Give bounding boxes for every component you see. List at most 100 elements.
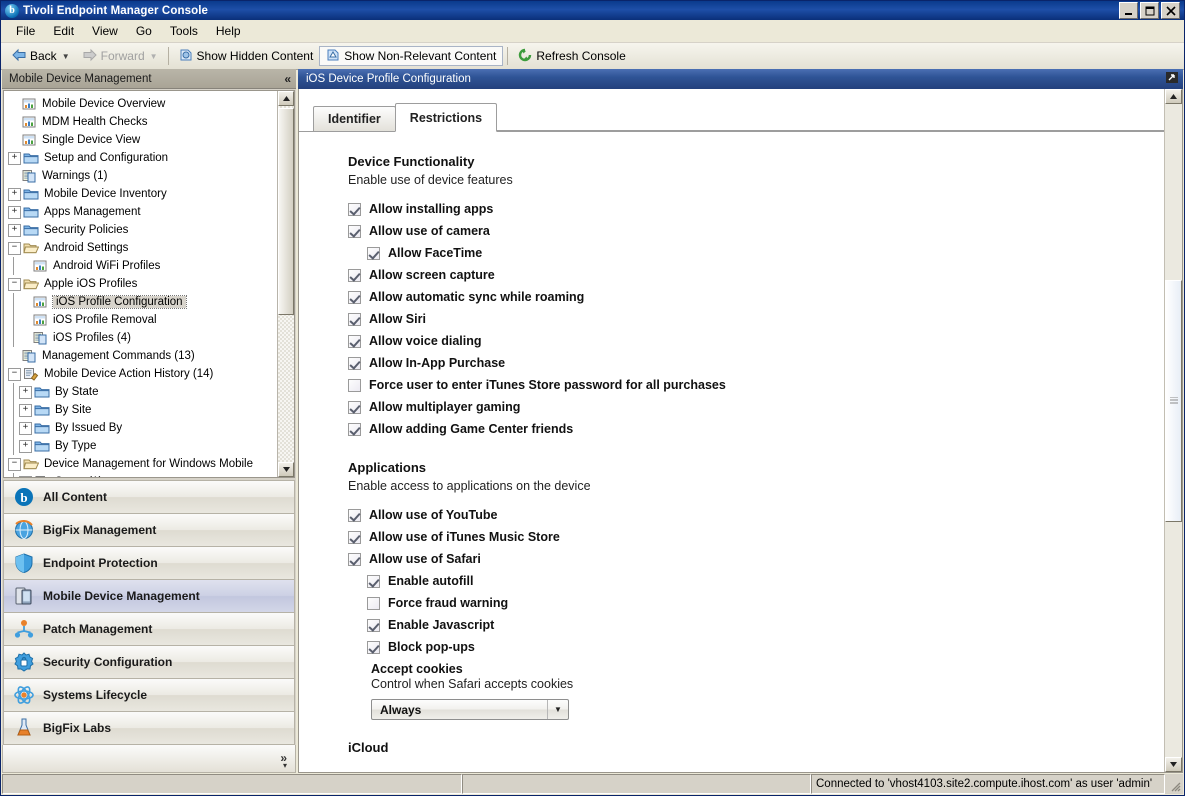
navigation-tree[interactable]: Mobile Device Overview MDM Health Checks S… — [4, 91, 277, 477]
tree-item-ios-profiles-4[interactable]: iOS Profiles (4) — [4, 329, 277, 348]
tree-item-mdm-health-checks[interactable]: MDM Health Checks — [4, 113, 277, 131]
option-row[interactable]: Allow multiplayer gaming — [348, 396, 1164, 418]
tree-scroll-down-button[interactable] — [278, 461, 294, 477]
tree-item-android-wifi-profiles[interactable]: Android WiFi Profiles — [4, 257, 277, 276]
checkbox-force-fraud-warning[interactable] — [367, 596, 380, 610]
checkbox-allow-voice-dialing[interactable] — [348, 334, 361, 348]
option-row[interactable]: Allow Siri — [348, 308, 1164, 330]
chevron-double-left-icon[interactable]: « — [284, 72, 291, 86]
option-row[interactable]: Allow FaceTime — [348, 242, 1164, 264]
option-row[interactable]: Block pop-ups — [348, 636, 1164, 658]
content-scroll-down-button[interactable] — [1165, 757, 1182, 772]
expand-plus-icon[interactable]: + — [19, 475, 32, 477]
tree-item-apple-ios-profiles[interactable]: − Apple iOS Profiles — [4, 275, 277, 293]
tree-scrollbar[interactable] — [277, 91, 294, 477]
option-row[interactable]: Allow use of Safari — [348, 548, 1164, 570]
checkbox-enable-javascript[interactable] — [367, 618, 380, 632]
tree-item-management-commands-13[interactable]: Management Commands (13) — [4, 347, 277, 365]
checkbox-allow-use-of-camera[interactable] — [348, 224, 361, 238]
menu-edit[interactable]: Edit — [44, 21, 83, 41]
checkbox-enable-autofill[interactable] — [367, 574, 380, 588]
tree-item-setup-1[interactable]: + Setup (1) — [4, 473, 277, 477]
back-button[interactable]: Back ▼ — [5, 46, 76, 66]
minimize-button[interactable] — [1119, 2, 1138, 19]
checkbox-allow-in-app-purchase[interactable] — [348, 356, 361, 370]
tree-item-ios-profile-removal[interactable]: iOS Profile Removal — [4, 311, 277, 330]
menu-view[interactable]: View — [83, 21, 127, 41]
refresh-console-button[interactable]: Refresh Console — [512, 46, 631, 66]
nav-button-bigfix-labs[interactable]: BigFix Labs — [3, 710, 295, 745]
tree-scroll-up-button[interactable] — [278, 91, 294, 107]
expand-plus-icon[interactable]: + — [19, 421, 32, 435]
show-non-relevant-content-button[interactable]: Show Non-Relevant Content — [319, 46, 504, 66]
tree-item-mobile-device-inventory[interactable]: + Mobile Device Inventory — [4, 185, 277, 203]
tree-item-by-issued-by[interactable]: + By Issued By — [4, 419, 277, 438]
expand-plus-icon[interactable]: + — [19, 403, 32, 417]
collapse-minus-icon[interactable]: − — [8, 367, 21, 381]
option-row[interactable]: Allow installing apps — [348, 198, 1164, 220]
content-scroll-track[interactable] — [1165, 104, 1182, 757]
tree-item-security-policies[interactable]: + Security Policies — [4, 221, 277, 239]
checkbox-allow-facetime[interactable] — [367, 246, 380, 260]
checkbox-allow-use-of-safari[interactable] — [348, 552, 361, 566]
option-row[interactable]: Allow use of YouTube — [348, 504, 1164, 526]
option-row[interactable]: Force fraud warning — [348, 592, 1164, 614]
checkbox-force-user-to-enter-itunes-store-password-for-all-purchases[interactable] — [348, 378, 361, 392]
option-row[interactable]: Allow adding Game Center friends — [348, 418, 1164, 440]
checkbox-allow-multiplayer-gaming[interactable] — [348, 400, 361, 414]
tree-item-device-management-for-windows-mobile[interactable]: − Device Management for Windows Mobile — [4, 455, 277, 473]
forward-button[interactable]: Forward ▼ — [76, 46, 164, 66]
nav-more-button[interactable]: » ▾ — [2, 744, 296, 773]
expand-plus-icon[interactable]: + — [8, 151, 21, 165]
tree-item-mobile-device-overview[interactable]: Mobile Device Overview — [4, 95, 277, 113]
nav-button-all-content[interactable]: b All Content — [3, 479, 295, 513]
option-row[interactable]: Force user to enter iTunes Store passwor… — [348, 374, 1164, 396]
option-row[interactable]: Allow use of iTunes Music Store — [348, 526, 1164, 548]
tree-item-apps-management[interactable]: + Apps Management — [4, 203, 277, 221]
tree-item-by-state[interactable]: + By State — [4, 383, 277, 402]
checkbox-allow-use-of-itunes-music-store[interactable] — [348, 530, 361, 544]
resize-grip-icon[interactable] — [1165, 774, 1183, 794]
tab-identifier[interactable]: Identifier — [313, 106, 396, 131]
expand-plus-icon[interactable]: + — [8, 205, 21, 219]
restore-window-icon[interactable] — [1165, 71, 1179, 87]
option-row[interactable]: Enable Javascript — [348, 614, 1164, 636]
tree-item-by-type[interactable]: + By Type — [4, 437, 277, 456]
tab-restrictions[interactable]: Restrictions — [394, 103, 498, 132]
menu-go[interactable]: Go — [127, 21, 161, 41]
content-scroll-thumb[interactable] — [1165, 280, 1182, 522]
menu-tools[interactable]: Tools — [161, 21, 207, 41]
expand-plus-icon[interactable]: + — [19, 385, 32, 399]
nav-button-patch-management[interactable]: Patch Management — [3, 611, 295, 645]
option-row[interactable]: Allow voice dialing — [348, 330, 1164, 352]
nav-button-systems-lifecycle[interactable]: Systems Lifecycle — [3, 677, 295, 711]
expand-plus-icon[interactable]: + — [8, 223, 21, 237]
collapse-minus-icon[interactable]: − — [8, 457, 21, 471]
nav-button-mobile-device-management[interactable]: Mobile Device Management — [3, 578, 295, 612]
menu-file[interactable]: File — [7, 21, 44, 41]
nav-button-endpoint-protection[interactable]: Endpoint Protection — [3, 545, 295, 579]
tree-scroll-thumb[interactable] — [278, 108, 294, 315]
tree-item-android-settings[interactable]: − Android Settings — [4, 239, 277, 257]
menu-help[interactable]: Help — [207, 21, 250, 41]
option-row[interactable]: Allow screen capture — [348, 264, 1164, 286]
collapse-minus-icon[interactable]: − — [8, 241, 21, 255]
nav-button-security-configuration[interactable]: Security Configuration — [3, 644, 295, 678]
option-row[interactable]: Enable autofill — [348, 570, 1164, 592]
show-hidden-content-button[interactable]: Show Hidden Content — [173, 46, 320, 66]
tree-item-single-device-view[interactable]: Single Device View — [4, 131, 277, 149]
option-row[interactable]: Allow automatic sync while roaming — [348, 286, 1164, 308]
back-dropdown-icon[interactable]: ▼ — [60, 52, 70, 61]
option-row[interactable]: Allow In-App Purchase — [348, 352, 1164, 374]
tree-item-by-site[interactable]: + By Site — [4, 401, 277, 420]
maximize-button[interactable] — [1140, 2, 1159, 19]
checkbox-allow-automatic-sync-while-roaming[interactable] — [348, 290, 361, 304]
tree-scroll-track[interactable] — [278, 106, 294, 462]
checkbox-allow-siri[interactable] — [348, 312, 361, 326]
tree-item-warnings-1[interactable]: Warnings (1) — [4, 167, 277, 185]
close-button[interactable] — [1161, 2, 1180, 19]
nav-button-bigfix-management[interactable]: BigFix Management — [3, 512, 295, 546]
checkbox-allow-installing-apps[interactable] — [348, 202, 361, 216]
checkbox-allow-use-of-youtube[interactable] — [348, 508, 361, 522]
chevron-down-icon[interactable]: ▼ — [547, 700, 568, 719]
